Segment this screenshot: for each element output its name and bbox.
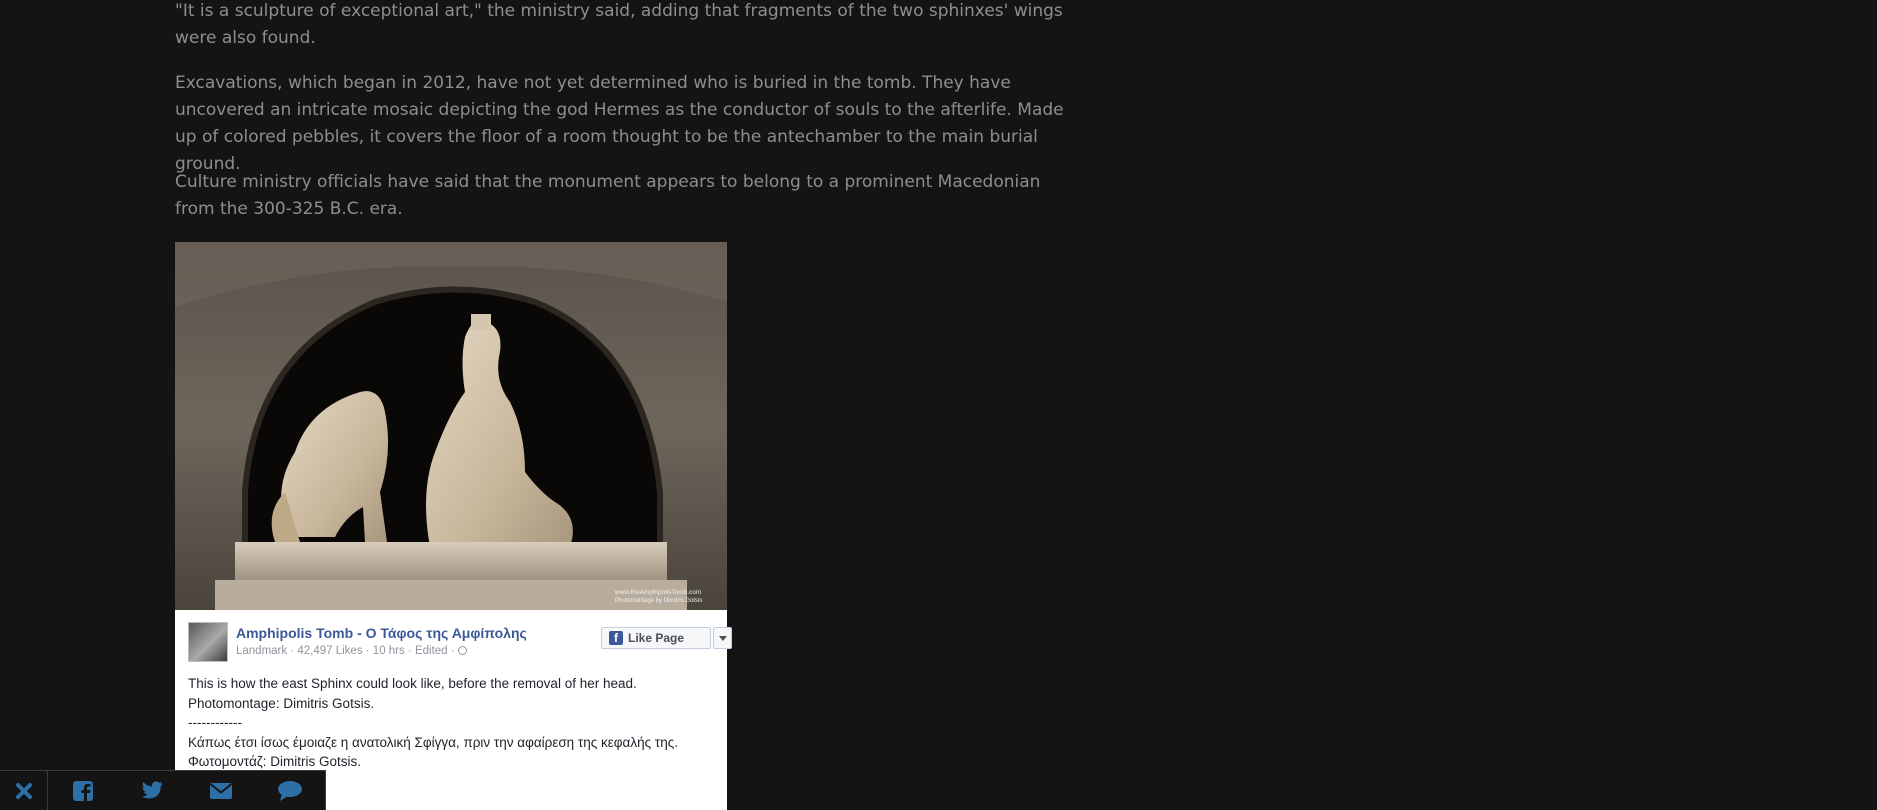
- share-bar: [0, 770, 326, 810]
- share-close-button[interactable]: [0, 771, 48, 810]
- facebook-icon: [72, 780, 93, 801]
- like-dropdown-button[interactable]: [713, 627, 732, 649]
- share-facebook-button[interactable]: [48, 771, 117, 810]
- fb-post-line: This is how the east Sphinx could look l…: [188, 676, 637, 691]
- facebook-icon: f: [609, 631, 623, 645]
- globe-icon: [457, 646, 467, 655]
- article-paragraph: Excavations, which began in 2012, have n…: [175, 73, 1064, 174]
- article-paragraph: Culture ministry officials have said tha…: [175, 172, 1041, 219]
- fb-post-meta: Landmark · 42,497 Likes · 10 hrs · Edite…: [236, 645, 467, 657]
- fb-page-name-link[interactable]: Amphipolis Tomb - Ο Τάφος της Αμφίπολης: [236, 625, 527, 641]
- article-paragraph: "It is a sculpture of exceptional art," …: [175, 1, 1063, 48]
- like-page-button[interactable]: f Like Page: [601, 627, 711, 649]
- share-email-button[interactable]: [186, 771, 255, 810]
- fb-meta-text: Landmark · 42,497 Likes · 10 hrs · Edite…: [236, 645, 455, 657]
- email-icon: [209, 782, 232, 799]
- share-twitter-button[interactable]: [117, 771, 186, 810]
- fb-post-line: Photomontage: Dimitris Gotsis.: [188, 695, 375, 711]
- fb-post-line: Κάπως έτσι ίσως έμοιαζε η ανατολική Σφίγ…: [188, 734, 678, 750]
- fb-post-line: ------------: [188, 715, 242, 730]
- close-icon: [15, 782, 32, 799]
- comment-icon: [277, 780, 302, 801]
- twitter-icon: [141, 781, 163, 798]
- fb-post-text: This is how the east Sphinx could look l…: [188, 674, 718, 772]
- fb-post-line: Φωτομοντάζ: Dimitris Gotsis.: [188, 754, 361, 769]
- photo-watermark: www.theAmphipolisTomb.com: [614, 589, 701, 596]
- page-avatar[interactable]: [188, 622, 228, 662]
- share-comment-button[interactable]: [255, 771, 324, 810]
- sphinx-photo: www.theAmphipolisTomb.com Photomontage b…: [175, 242, 727, 610]
- like-page-label: Like Page: [628, 631, 685, 645]
- photo-watermark: Photomontage by Dimitris Gotsis: [615, 598, 702, 604]
